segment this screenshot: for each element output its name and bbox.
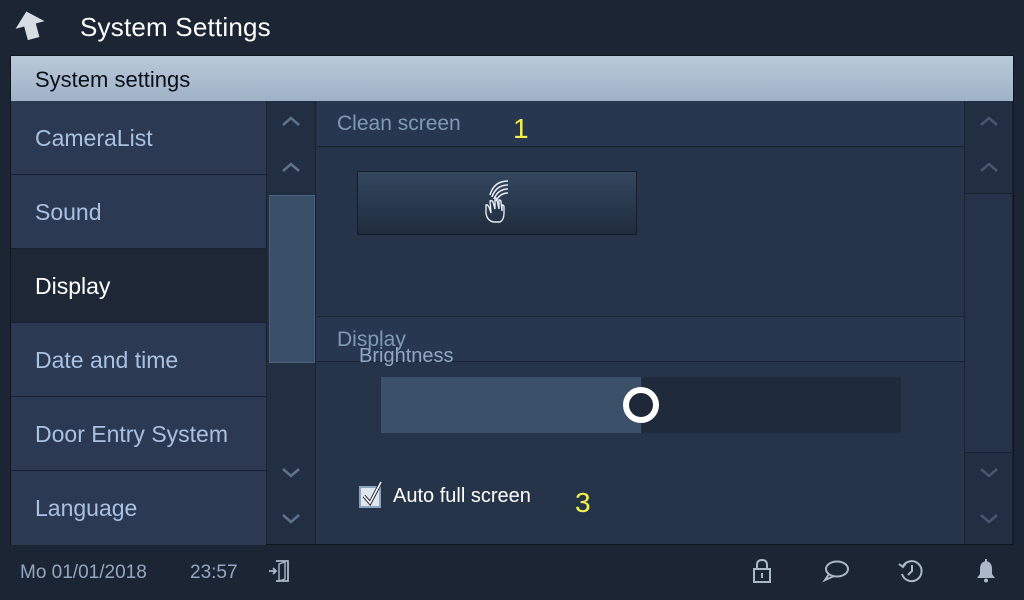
- back-arrow-icon: [13, 8, 47, 47]
- messages-button[interactable]: [816, 553, 856, 593]
- scroll-bottom-button[interactable]: [267, 501, 315, 541]
- auto-full-screen-checkbox[interactable]: [359, 480, 383, 508]
- auto-full-screen-option[interactable]: Auto full screen: [359, 480, 531, 508]
- content-scroll-track: [965, 193, 1012, 453]
- bell-icon: [974, 558, 998, 589]
- callout-3: 3: [575, 487, 591, 518]
- scrollbar-thumb[interactable]: [269, 195, 315, 363]
- back-button[interactable]: [0, 0, 60, 55]
- status-bar: Mo 01/01/2018 23:57: [0, 546, 1024, 600]
- brightness-slider-fill: [381, 377, 641, 433]
- sidebar-item-date-and-time[interactable]: Date and time: [11, 323, 266, 397]
- settings-sidebar: CameraList Sound Display Date and time D…: [11, 101, 266, 545]
- display-settings-content: Clean screen 1 Display 2 Brightness: [317, 101, 964, 544]
- chevron-down-icon: [281, 466, 301, 484]
- auto-full-screen-label: Auto full screen: [393, 485, 531, 507]
- status-date: Mo 01/01/2018: [20, 562, 147, 583]
- logout-button[interactable]: [260, 553, 300, 593]
- hand-swipe-icon: [480, 175, 514, 232]
- scroll-top-button[interactable]: [267, 103, 315, 143]
- chevron-down-icon: [979, 512, 999, 530]
- settings-panel: System settings CameraList Sound Display…: [10, 55, 1014, 545]
- clean-screen-button[interactable]: [357, 171, 637, 235]
- chevron-down-icon: [281, 512, 301, 530]
- notifications-button[interactable]: [966, 553, 1006, 593]
- panel-header: System settings: [11, 56, 1013, 101]
- content-scroll-down-button[interactable]: [965, 455, 1012, 495]
- content-scrollbar[interactable]: [964, 101, 1013, 544]
- scroll-up-button[interactable]: [267, 149, 315, 189]
- page-title: System Settings: [80, 12, 271, 42]
- sidebar-item-language[interactable]: Language: [11, 471, 266, 545]
- brightness-slider-knob[interactable]: [623, 387, 659, 423]
- sidebar-scrollbar[interactable]: [266, 101, 316, 544]
- brightness-label: Brightness: [359, 345, 454, 367]
- title-bar: System Settings: [0, 0, 1024, 55]
- chevron-up-icon: [281, 160, 301, 178]
- status-time: 23:57: [190, 562, 238, 583]
- chevron-up-icon: [979, 114, 999, 132]
- chevron-up-icon: [281, 114, 301, 132]
- logout-icon: [267, 558, 293, 589]
- lock-icon: [750, 558, 774, 589]
- sidebar-item-cameralist[interactable]: CameraList: [11, 101, 266, 175]
- scroll-down-button[interactable]: [267, 455, 315, 495]
- history-button[interactable]: [891, 553, 931, 593]
- chevron-down-icon: [979, 466, 999, 484]
- sidebar-item-sound[interactable]: Sound: [11, 175, 266, 249]
- message-icon: [822, 559, 850, 588]
- brightness-slider[interactable]: [381, 377, 901, 433]
- lock-button[interactable]: [742, 553, 782, 593]
- content-scroll-bottom-button[interactable]: [965, 501, 1012, 541]
- callout-1: 1: [513, 113, 529, 144]
- content-scroll-up-button[interactable]: [965, 149, 1012, 189]
- sidebar-item-door-entry-system[interactable]: Door Entry System: [11, 397, 266, 471]
- checkmark-icon: [362, 480, 383, 506]
- content-scroll-top-button[interactable]: [965, 103, 1012, 143]
- history-icon: [897, 558, 925, 589]
- sidebar-item-display[interactable]: Display: [11, 249, 266, 323]
- clean-screen-header: Clean screen: [317, 101, 964, 147]
- chevron-up-icon: [979, 160, 999, 178]
